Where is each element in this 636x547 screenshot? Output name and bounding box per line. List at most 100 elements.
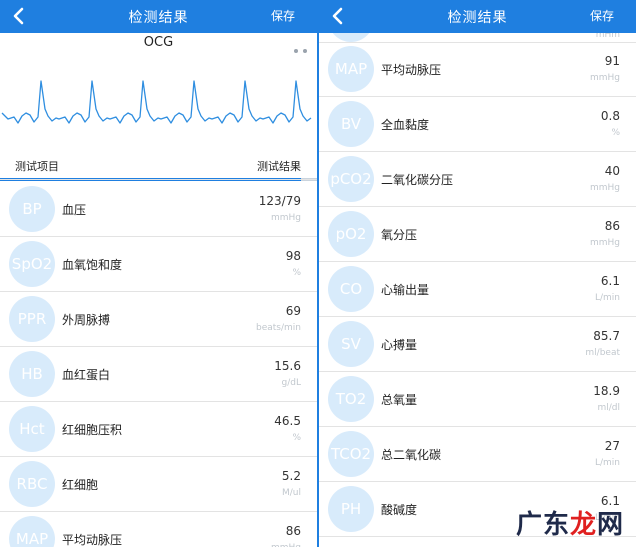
metric-badge: TO2 bbox=[328, 376, 374, 422]
metric-name: 外周脉搏 bbox=[62, 313, 111, 327]
metric-badge: MAP bbox=[9, 516, 55, 547]
result-row-bp[interactable]: BP 血压 123/79 mmHg bbox=[0, 182, 317, 237]
metric-unit-partial: mHm bbox=[595, 33, 620, 40]
watermark-text-2: 龙 bbox=[569, 510, 597, 540]
metric-badge: pCO2 bbox=[328, 156, 374, 202]
top-navbar: 检测结果 保存 bbox=[319, 0, 636, 33]
metric-unit: ml/beat bbox=[585, 348, 620, 358]
metric-badge: SV bbox=[328, 321, 374, 367]
metric-value: 15.6 bbox=[274, 359, 301, 373]
metric-value: 6.1 bbox=[600, 274, 620, 288]
watermark-text-1: 广东 bbox=[515, 510, 570, 540]
metric-badge: BV bbox=[328, 101, 374, 147]
result-row-pco2[interactable]: pCO2 二氧化碳分压 40 mmHg bbox=[319, 152, 636, 207]
metric-value: 86 bbox=[285, 524, 301, 538]
metric-value: 5.2 bbox=[281, 469, 301, 483]
metric-unit: mmHg bbox=[589, 73, 620, 83]
save-button[interactable]: 保存 bbox=[271, 7, 295, 24]
results-list-right: MAP 平均动脉压 91 mmHg BV 全血黏度 0.8 % pCO2 二氧化… bbox=[319, 42, 636, 537]
save-button[interactable]: 保存 bbox=[590, 7, 614, 24]
metric-name: 酸碱度 bbox=[381, 503, 418, 517]
metric-unit: mmHg bbox=[271, 543, 301, 547]
metric-value: 69 bbox=[285, 304, 301, 318]
top-navbar: 检测结果 保存 bbox=[0, 0, 317, 33]
result-row-sv[interactable]: SV 心搏量 85.7 ml/beat bbox=[319, 317, 636, 372]
metric-value: 98 bbox=[285, 249, 301, 263]
result-row-bv[interactable]: BV 全血黏度 0.8 % bbox=[319, 97, 636, 152]
metric-name: 平均动脉压 bbox=[62, 533, 123, 547]
result-row-map[interactable]: MAP 平均动脉压 91 mmHg bbox=[319, 42, 636, 97]
metric-badge-partial bbox=[328, 33, 374, 42]
metric-name: 红细胞 bbox=[62, 478, 99, 492]
metric-unit: mmHg bbox=[270, 213, 301, 223]
result-row-hb[interactable]: HB 血红蛋白 15.6 g/dL bbox=[0, 347, 317, 402]
result-row-hct[interactable]: Hct 红细胞压积 46.5 % bbox=[0, 402, 317, 457]
metric-badge: PPR bbox=[9, 296, 55, 342]
metric-name: 总二氧化碳 bbox=[381, 448, 442, 462]
result-row-to2[interactable]: TO2 总氧量 18.9 ml/dl bbox=[319, 372, 636, 427]
result-row-rbc[interactable]: RBC 红细胞 5.2 M/ul bbox=[0, 457, 317, 512]
metric-value: 91 bbox=[604, 54, 620, 68]
metric-name: 心输出量 bbox=[381, 283, 430, 297]
metric-name: 二氧化碳分压 bbox=[381, 173, 454, 187]
metric-name: 红细胞压积 bbox=[62, 423, 123, 437]
metric-name: 血氧饱和度 bbox=[62, 258, 123, 272]
metric-badge: HB bbox=[9, 351, 55, 397]
metric-value: 46.5 bbox=[274, 414, 301, 428]
result-row-spo2[interactable]: SpO2 血氧饱和度 98 % bbox=[0, 237, 317, 292]
metric-value: 85.7 bbox=[593, 329, 620, 343]
right-screen: MAP 平均动脉压 91 mmHg BV 全血黏度 0.8 % pCO2 二氧化… bbox=[319, 0, 636, 547]
metric-value: 123/79 bbox=[258, 194, 301, 208]
ocg-waveform-panel: OCG bbox=[0, 33, 317, 181]
metric-value: 86 bbox=[604, 219, 620, 233]
col-result-header: 测试结果 bbox=[257, 160, 301, 173]
partial-row-top: mHm bbox=[319, 33, 636, 43]
metric-unit: % bbox=[292, 268, 301, 278]
metric-unit: % bbox=[611, 128, 620, 138]
page-title: 检测结果 bbox=[128, 10, 189, 26]
col-item-header: 测试项目 bbox=[15, 160, 59, 173]
left-screen: 检测结果 保存 OCG 测试项目 测试结果 BP 血压 123/79 mmHg … bbox=[0, 0, 317, 547]
result-row-po2[interactable]: pO2 氧分压 86 mmHg bbox=[319, 207, 636, 262]
table-header: 测试项目 测试结果 bbox=[0, 151, 317, 180]
metric-badge: PH bbox=[328, 486, 374, 532]
metric-badge: pO2 bbox=[328, 211, 374, 257]
metric-unit: M/ul bbox=[281, 488, 301, 498]
metric-name: 氧分压 bbox=[381, 228, 418, 242]
metric-unit: beats/min bbox=[256, 323, 301, 333]
metric-badge: Hct bbox=[9, 406, 55, 452]
metric-unit: mmHg bbox=[589, 238, 620, 248]
metric-name: 血压 bbox=[62, 203, 87, 217]
metric-badge: BP bbox=[9, 186, 55, 232]
metric-name: 总氧量 bbox=[381, 393, 418, 407]
metric-unit: L/min bbox=[594, 458, 620, 468]
ocg-wave-line bbox=[1, 80, 312, 124]
metric-badge: SpO2 bbox=[9, 241, 55, 287]
metric-unit: g/dL bbox=[281, 378, 301, 388]
result-row-co[interactable]: CO 心输出量 6.1 L/min bbox=[319, 262, 636, 317]
metric-badge: RBC bbox=[9, 461, 55, 507]
metric-unit: ml/dl bbox=[597, 403, 620, 413]
metric-badge: TCO2 bbox=[328, 431, 374, 477]
result-row-tco2[interactable]: TCO2 总二氧化碳 27 L/min bbox=[319, 427, 636, 482]
metric-unit: L/min bbox=[594, 293, 620, 303]
metric-unit: % bbox=[292, 433, 301, 443]
metric-value: 0.8 bbox=[600, 109, 620, 123]
metric-name: 平均动脉压 bbox=[381, 63, 442, 77]
metric-name: 全血黏度 bbox=[381, 118, 430, 132]
result-row-ppr[interactable]: PPR 外周脉搏 69 beats/min bbox=[0, 292, 317, 347]
metric-name: 心搏量 bbox=[381, 338, 418, 352]
site-watermark: 广东龙网 bbox=[516, 504, 624, 541]
watermark-text-3: 网 bbox=[596, 510, 624, 540]
metric-value: 40 bbox=[604, 164, 620, 178]
ocg-label: OCG bbox=[143, 35, 174, 50]
metric-value: 18.9 bbox=[593, 384, 620, 398]
ocg-waveform bbox=[1, 80, 312, 124]
metric-value: 27 bbox=[604, 439, 620, 453]
result-row-map[interactable]: MAP 平均动脉压 86 mmHg bbox=[0, 512, 317, 547]
results-list-left: BP 血压 123/79 mmHg SpO2 血氧饱和度 98 % PPR 外周… bbox=[0, 182, 317, 547]
metric-badge: MAP bbox=[328, 46, 374, 92]
page-title: 检测结果 bbox=[447, 10, 508, 26]
metric-unit: mmHg bbox=[589, 183, 620, 193]
metric-name: 血红蛋白 bbox=[62, 368, 111, 382]
